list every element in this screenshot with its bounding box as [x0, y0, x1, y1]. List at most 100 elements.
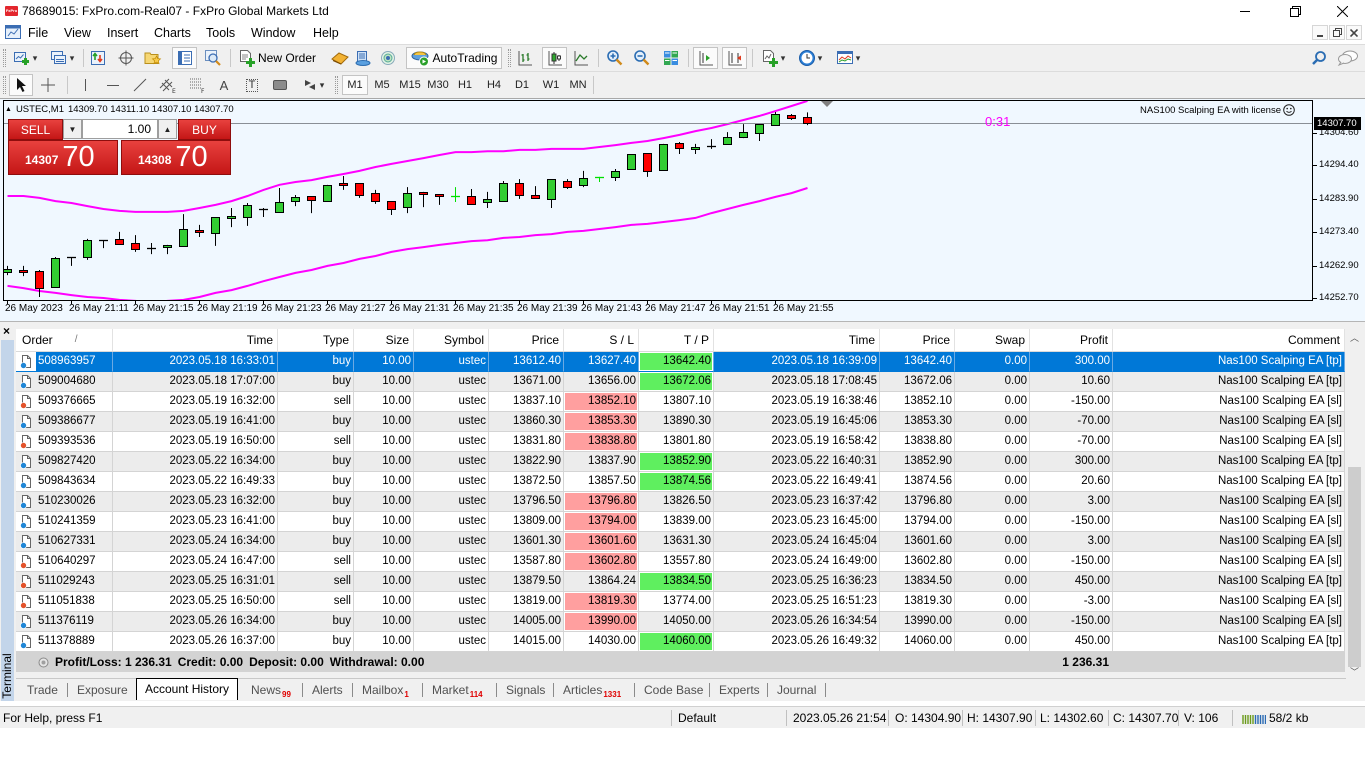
tab-mailbox[interactable]: Mailbox1 — [362, 681, 409, 701]
navigator-button[interactable] — [142, 47, 164, 69]
chart-window-menu-icon[interactable] — [5, 25, 21, 40]
history-row[interactable]: 511376119 2023.05.26 16:34:00 buy 10.00 uste… — [16, 612, 1345, 632]
menu-help[interactable]: Help — [313, 26, 339, 40]
new-chart-button[interactable]: ▾ — [8, 47, 42, 69]
chart-minimize-button[interactable] — [1312, 25, 1328, 40]
chat-button[interactable] — [1335, 47, 1361, 69]
tab-account-history[interactable]: Account History — [136, 678, 239, 700]
vertical-scrollbar[interactable]: ︿ ﹀ — [1346, 329, 1363, 678]
column-header-comment[interactable]: Comment — [1113, 329, 1345, 351]
timeframe-d1[interactable]: D1 — [509, 75, 535, 95]
history-row[interactable]: 511029243 2023.05.25 16:31:01 sell 10.00 ust… — [16, 572, 1345, 592]
time-axis[interactable]: 26 May 2023 26 May 21:11 26 May 21:15 26 Ma… — [4, 300, 1312, 318]
menu-tools[interactable]: Tools — [206, 26, 235, 40]
zoom-out-button[interactable] — [631, 47, 653, 69]
history-row[interactable]: 509376665 2023.05.19 16:32:00 sell 10.00 ust… — [16, 392, 1345, 412]
timeframe-h4[interactable]: H4 — [481, 75, 507, 95]
history-row[interactable]: 510627331 2023.05.24 16:34:00 buy 10.00 uste… — [16, 532, 1345, 552]
virtual-hosting-button[interactable] — [352, 47, 374, 69]
scroll-up-arrow-icon[interactable]: ︿ — [1346, 331, 1363, 345]
arrows-button[interactable]: ▾ — [296, 74, 330, 96]
tab-exposure[interactable]: Exposure — [77, 681, 128, 701]
chart-shift-button[interactable] — [722, 47, 747, 69]
indicators-button[interactable]: ▾ — [757, 47, 789, 69]
column-header-order[interactable]: Order / — [16, 329, 113, 351]
status-profile[interactable]: Default — [678, 711, 716, 725]
history-row[interactable]: 510230026 2023.05.23 16:32:00 buy 10.00 uste… — [16, 492, 1345, 512]
column-header-open-price[interactable]: Price — [489, 329, 564, 351]
column-header-size[interactable]: Size — [354, 329, 414, 351]
trendline-button[interactable] — [129, 74, 151, 96]
menu-insert[interactable]: Insert — [107, 26, 138, 40]
toolbar-grip[interactable] — [3, 76, 6, 94]
bar-chart-button[interactable] — [514, 47, 536, 69]
restore-button[interactable] — [1272, 0, 1318, 22]
lot-increase-button[interactable]: ▲ — [158, 119, 177, 139]
column-header-close-time[interactable]: Time — [714, 329, 880, 351]
history-row[interactable]: 509004680 2023.05.18 17:07:00 buy 10.00 uste… — [16, 372, 1345, 392]
tile-windows-button[interactable] — [660, 47, 682, 69]
metaeditor-button[interactable] — [329, 47, 351, 69]
timeframe-m15[interactable]: M15 — [397, 75, 423, 95]
history-row[interactable]: 511378889 2023.05.26 16:37:00 buy 10.00 uste… — [16, 632, 1345, 652]
rectangle-tool-button[interactable] — [269, 74, 291, 96]
column-header-profit[interactable]: Profit — [1030, 329, 1113, 351]
column-header-open-time[interactable]: Time — [113, 329, 278, 351]
menu-view[interactable]: View — [64, 26, 91, 40]
search-button[interactable] — [1308, 47, 1330, 69]
tab-alerts[interactable]: Alerts — [312, 681, 343, 701]
history-row[interactable]: 508963957 2023.05.18 16:33:01 buy 10.00 uste… — [16, 352, 1345, 372]
tab-experts[interactable]: Experts — [719, 681, 760, 701]
smiley-icon[interactable] — [1283, 104, 1295, 116]
horizontal-line-button[interactable] — [102, 74, 124, 96]
vertical-line-button[interactable] — [74, 74, 96, 96]
market-watch-button[interactable] — [87, 47, 109, 69]
timeframe-m5[interactable]: M5 — [369, 75, 395, 95]
new-order-button[interactable]: New Order — [235, 47, 319, 69]
timeframe-w1[interactable]: W1 — [538, 75, 564, 95]
terminal-button[interactable] — [172, 47, 197, 69]
terminal-side-strip[interactable] — [1, 340, 14, 701]
tab-trade[interactable]: Trade — [27, 681, 58, 701]
connection-status-icon[interactable] — [1242, 712, 1266, 724]
autotrading-button[interactable]: AutoTrading — [406, 47, 502, 69]
periods-button[interactable]: ▾ — [794, 47, 826, 69]
lot-decrease-button[interactable]: ▼ — [63, 119, 82, 139]
history-row[interactable]: 509843634 2023.05.22 16:49:33 buy 10.00 uste… — [16, 472, 1345, 492]
column-header-close-price[interactable]: Price — [880, 329, 955, 351]
cursor-tool-button[interactable] — [9, 74, 33, 96]
text-label-button[interactable]: T — [241, 74, 263, 96]
history-row[interactable]: 511051838 2023.05.25 16:50:00 sell 10.00 ust… — [16, 592, 1345, 612]
timeframe-h1[interactable]: H1 — [452, 75, 478, 95]
close-window-button[interactable] — [1319, 0, 1365, 22]
tab-journal[interactable]: Journal — [777, 681, 816, 701]
auto-scroll-button[interactable] — [693, 47, 718, 69]
menu-file[interactable]: File — [28, 26, 48, 40]
candlestick-chart-button[interactable] — [542, 47, 567, 69]
timeframe-m1[interactable]: M1 — [342, 75, 368, 95]
history-row[interactable]: 509827420 2023.05.22 16:34:00 buy 10.00 uste… — [16, 452, 1345, 472]
strategy-tester-button[interactable] — [202, 47, 224, 69]
column-header-symbol[interactable]: Symbol — [414, 329, 489, 351]
history-row[interactable]: 510241359 2023.05.23 16:41:00 buy 10.00 uste… — [16, 512, 1345, 532]
scroll-down-arrow-icon[interactable]: ﹀ — [1346, 665, 1363, 677]
history-row[interactable]: 509386677 2023.05.19 16:41:00 buy 10.00 uste… — [16, 412, 1345, 432]
buy-price-button[interactable]: 14308 70 — [121, 140, 231, 175]
history-row[interactable]: 510640297 2023.05.24 16:47:00 sell 10.00 ust… — [16, 552, 1345, 572]
toolbar-grip[interactable] — [508, 49, 511, 67]
sell-price-button[interactable]: 14307 70 — [8, 140, 118, 175]
crosshair-tool-button[interactable] — [37, 74, 59, 96]
templates-button[interactable]: ▾ — [831, 47, 865, 69]
one-click-sell-button[interactable]: SELL — [8, 119, 63, 140]
line-chart-button[interactable] — [570, 47, 592, 69]
chart-restore-button[interactable] — [1329, 25, 1345, 40]
minimize-button[interactable] — [1222, 0, 1268, 22]
column-header-swap[interactable]: Swap — [955, 329, 1030, 351]
text-tool-button[interactable]: A — [213, 74, 235, 96]
timeframe-mn[interactable]: MN — [565, 75, 591, 95]
scrollbar-thumb[interactable] — [1348, 467, 1361, 667]
signals-button[interactable] — [377, 47, 399, 69]
collapse-triangle-icon[interactable]: ▲ — [5, 106, 12, 113]
chart-close-button[interactable] — [1346, 25, 1362, 40]
one-click-buy-button[interactable]: BUY — [178, 119, 231, 140]
